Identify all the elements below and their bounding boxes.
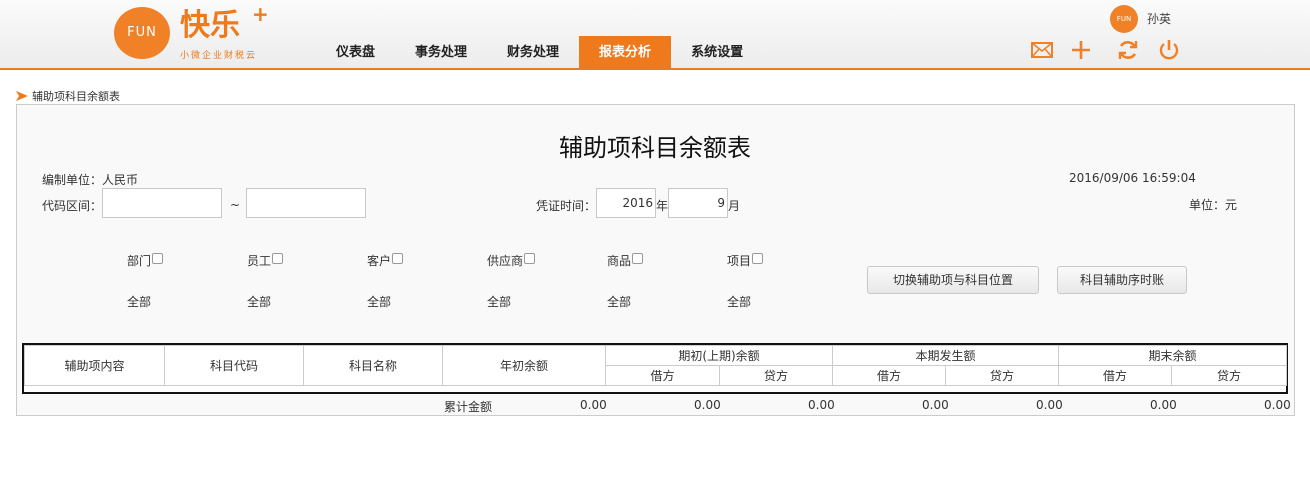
nav-dashboard[interactable]: 仪表盘 [316, 36, 395, 70]
total-value: 0.00 [580, 398, 607, 412]
filter-label: 部门 [127, 254, 152, 268]
col-group-closing: 期末余额 [1058, 345, 1288, 366]
col-closing-credit[interactable]: 贷方 [1171, 365, 1288, 386]
col-period-debit[interactable]: 借方 [832, 365, 946, 386]
nav-finance[interactable]: 财务处理 [487, 36, 579, 70]
brand-tagline: 小微企业财税云 [180, 51, 258, 61]
filter-supplier[interactable]: 供应商 [487, 252, 536, 269]
filter-department[interactable]: 部门 [127, 252, 164, 269]
col-subject-name[interactable]: 科目名称 [303, 345, 443, 386]
col-group-opening: 期初(上期)余额 [605, 345, 833, 366]
main-nav: 仪表盘 事务处理 财务处理 报表分析 系统设置 [316, 36, 763, 70]
year-suffix: 年 [656, 199, 669, 213]
journal-ledger-button[interactable]: 科目辅助序时账 [1057, 266, 1187, 294]
employee-checkbox[interactable] [272, 253, 284, 264]
avatar[interactable]: FUN [1110, 5, 1138, 33]
project-checkbox[interactable] [752, 253, 764, 264]
mail-icon[interactable] [1030, 38, 1054, 62]
month-suffix: 月 [728, 199, 741, 213]
col-opening-debit[interactable]: 借方 [605, 365, 720, 386]
total-label: 累计金额 [444, 400, 493, 414]
col-period-credit[interactable]: 贷方 [944, 365, 1060, 386]
nav-settings[interactable]: 系统设置 [671, 36, 763, 70]
currency-unit: 单位：元 [1189, 198, 1238, 212]
report-timestamp: 2016/09/06 16:59:04 [1069, 171, 1196, 185]
department-checkbox[interactable] [152, 253, 164, 264]
brand-logo[interactable]: FUN [114, 7, 170, 59]
filter-employee[interactable]: 员工 [247, 252, 284, 269]
breadcrumb-label: 辅助项科目余额表 [32, 90, 120, 103]
filter-label: 项目 [727, 254, 752, 268]
total-value: 0.00 [694, 398, 721, 412]
filter-label: 客户 [367, 254, 392, 268]
filter-label: 员工 [247, 254, 272, 268]
range-separator: ~ [230, 198, 241, 212]
col-aux-content[interactable]: 辅助项内容 [24, 345, 165, 386]
brand-name: 快乐 [180, 8, 240, 43]
filter-employee-value[interactable]: 全部 [247, 293, 271, 310]
refresh-icon[interactable] [1116, 38, 1140, 62]
col-subject-code[interactable]: 科目代码 [164, 345, 304, 386]
total-value: 0.00 [1264, 398, 1291, 412]
total-value: 0.00 [808, 398, 835, 412]
filter-department-value[interactable]: 全部 [127, 293, 151, 310]
power-icon[interactable] [1157, 38, 1181, 62]
unit-label: 编制单位：人民币 [42, 173, 139, 187]
filter-customer[interactable]: 客户 [367, 252, 404, 269]
filter-product-value[interactable]: 全部 [607, 293, 631, 310]
plus-icon[interactable] [1069, 38, 1093, 62]
col-group-period: 本期发生额 [831, 345, 1060, 366]
voucher-time-label: 凭证时间： [536, 199, 597, 213]
brand-plus: + [252, 2, 269, 26]
filter-customer-value[interactable]: 全部 [367, 293, 391, 310]
col-closing-debit[interactable]: 借方 [1058, 365, 1173, 386]
filter-label: 供应商 [487, 254, 524, 268]
filter-product[interactable]: 商品 [607, 252, 644, 269]
col-year-start-balance[interactable]: 年初余额 [442, 345, 606, 386]
product-checkbox[interactable] [632, 253, 644, 264]
arrow-right-icon [16, 91, 28, 101]
total-value: 0.00 [1036, 398, 1063, 412]
total-value: 0.00 [922, 398, 949, 412]
col-opening-credit[interactable]: 贷方 [719, 365, 833, 386]
code-range-label: 代码区间： [42, 199, 103, 213]
filter-project-value[interactable]: 全部 [727, 293, 751, 310]
month-input[interactable] [668, 188, 728, 218]
code-from-input[interactable] [102, 188, 222, 218]
code-to-input[interactable] [246, 188, 366, 218]
filter-label: 商品 [607, 254, 632, 268]
customer-checkbox[interactable] [392, 253, 404, 264]
breadcrumb: 辅助项科目余额表 [16, 88, 120, 104]
total-value: 0.00 [1150, 398, 1177, 412]
user-name[interactable]: 孙英 [1147, 10, 1171, 27]
page-title: 辅助项科目余额表 [559, 134, 751, 162]
supplier-checkbox[interactable] [524, 253, 536, 264]
nav-reports[interactable]: 报表分析 [579, 36, 672, 70]
switch-position-button[interactable]: 切换辅助项与科目位置 [867, 266, 1039, 294]
year-input[interactable] [596, 188, 656, 218]
nav-transactions[interactable]: 事务处理 [395, 36, 487, 70]
filter-project[interactable]: 项目 [727, 252, 764, 269]
balance-table: 辅助项内容 科目代码 科目名称 年初余额 期初(上期)余额 本期发生额 期末余额… [22, 343, 1288, 394]
top-header: FUN 快乐 + 小微企业财税云 仪表盘 事务处理 财务处理 报表分析 系统设置… [0, 0, 1310, 70]
filter-supplier-value[interactable]: 全部 [487, 293, 511, 310]
